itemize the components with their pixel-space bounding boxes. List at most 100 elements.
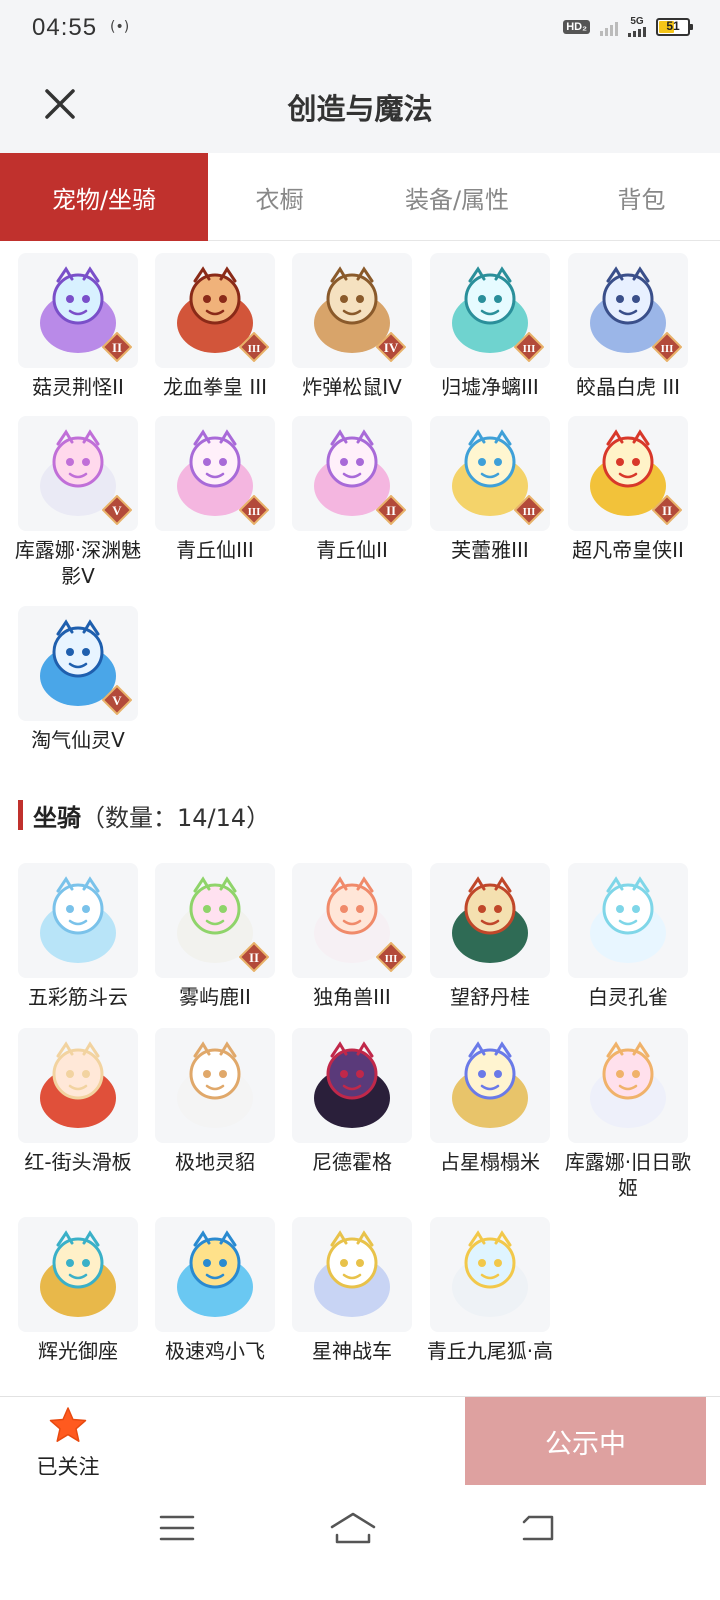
network-label: 5G — [630, 16, 644, 27]
mount-name: 尼德霍格 — [312, 1150, 392, 1174]
astrology-dome-icon — [452, 1041, 528, 1128]
pet-name: 皎晶白虎 III — [575, 375, 681, 399]
mount-card[interactable]: 占星榻榻米 — [420, 1028, 560, 1175]
pet-name: 龙血拳皇 III — [162, 375, 268, 399]
pet-card[interactable]: III 龙血拳皇 III — [145, 253, 285, 400]
mount-thumbnail — [568, 1028, 688, 1143]
mount-card[interactable]: 库露娜·旧日歌姬 — [558, 1028, 698, 1201]
mount-name: 极速鸡小飞 — [165, 1339, 265, 1363]
svg-text:IV: IV — [384, 340, 399, 355]
blue-chick-icon — [177, 1230, 253, 1317]
mount-card[interactable]: 辉光御座 — [8, 1217, 148, 1364]
mount-card[interactable]: 尼德霍格 — [282, 1028, 422, 1175]
signal-strong-icon — [628, 27, 646, 37]
mount-card[interactable]: 极速鸡小飞 — [145, 1217, 285, 1364]
mount-card[interactable]: 青丘九尾狐·高 — [420, 1217, 560, 1364]
pet-card[interactable]: II 菇灵荆怪II — [8, 253, 148, 400]
pet-name: 库露娜·深渊魅影V — [14, 538, 142, 588]
mount-card[interactable]: 红-街头滑板 — [8, 1028, 148, 1175]
mount-thumbnail — [568, 863, 688, 978]
pet-card[interactable]: III 归墟净螭III — [420, 253, 560, 400]
mount-name: 占星榻榻米 — [440, 1150, 540, 1174]
mount-card[interactable]: III 独角兽III — [282, 863, 422, 1010]
rank-badge-icon: II — [102, 332, 132, 362]
publicity-button[interactable]: 公示中 — [465, 1397, 706, 1485]
red-skateboard-icon — [40, 1041, 116, 1128]
page-title: 创造与魔法 — [287, 92, 433, 126]
rank-badge-icon: IV — [376, 332, 406, 362]
pet-name: 归墟净螭III — [441, 375, 539, 399]
mount-thumbnail — [292, 1217, 412, 1332]
network-5g-icon: 5G — [628, 17, 646, 37]
pet-thumbnail: V — [18, 606, 138, 721]
pet-name: 炸弹松鼠IV — [302, 375, 402, 399]
pet-thumbnail: IV — [292, 253, 412, 368]
back-button[interactable] — [508, 1508, 568, 1548]
pet-card[interactable]: III 皎晶白虎 III — [558, 253, 698, 400]
mount-name: 雾屿鹿II — [179, 985, 251, 1009]
golden-throne-icon — [40, 1230, 116, 1317]
mounts-section-header: 坐骑 （数量：14/14） — [18, 798, 270, 832]
svg-text:II: II — [112, 340, 122, 355]
tab-pets-mounts[interactable]: 宠物/坐骑 — [0, 153, 208, 241]
pet-thumbnail: II — [568, 416, 688, 531]
pet-thumbnail: III — [155, 253, 275, 368]
white-peacock-icon — [590, 876, 666, 963]
tab-wardrobe[interactable]: 衣橱 — [208, 153, 351, 241]
svg-text:III: III — [661, 343, 674, 355]
mount-card[interactable]: 极地灵貂 — [145, 1028, 285, 1175]
mount-thumbnail — [18, 863, 138, 978]
pet-thumbnail: II — [18, 253, 138, 368]
mount-thumbnail — [18, 1217, 138, 1332]
pet-thumbnail: III — [568, 253, 688, 368]
tab-equipment[interactable]: 装备/属性 — [351, 153, 563, 241]
mount-thumbnail — [430, 863, 550, 978]
pet-card[interactable]: V 淘气仙灵V — [8, 606, 148, 753]
pet-card[interactable]: II 超凡帝皇侠II — [558, 416, 698, 563]
home-button[interactable] — [323, 1508, 383, 1548]
mount-thumbnail — [430, 1028, 550, 1143]
pet-card[interactable]: III 芙蕾雅III — [420, 416, 560, 563]
blue-cloud-icon — [40, 876, 116, 963]
pet-thumbnail: III — [430, 416, 550, 531]
mount-card[interactable]: 星神战车 — [282, 1217, 422, 1364]
mount-card[interactable]: II 雾屿鹿II — [145, 863, 285, 1010]
status-icons: HD₂ 5G 51 — [563, 17, 693, 37]
pet-card[interactable]: III 青丘仙III — [145, 416, 285, 563]
mount-card[interactable]: 白灵孔雀 — [558, 863, 698, 1010]
pet-thumbnail: II — [292, 416, 412, 531]
pet-card[interactable]: II 青丘仙II — [282, 416, 422, 563]
white-hair-singer-icon — [590, 1041, 666, 1128]
mount-thumbnail — [430, 1217, 550, 1332]
menu-button[interactable] — [147, 1508, 207, 1548]
pet-name: 菇灵荆怪II — [32, 375, 124, 399]
mount-card[interactable]: 望舒丹桂 — [420, 863, 560, 1010]
svg-text:III: III — [523, 343, 536, 355]
system-nav-bar — [0, 1486, 720, 1600]
svg-text:III: III — [248, 506, 261, 518]
follow-label: 已关注 — [36, 1455, 100, 1479]
tab-backpack[interactable]: 背包 — [563, 153, 720, 241]
mount-thumbnail: II — [155, 863, 275, 978]
pet-thumbnail: V — [18, 416, 138, 531]
menu-icon — [159, 1515, 195, 1541]
nine-tail-fox-icon — [452, 1230, 528, 1317]
pet-card[interactable]: V 库露娜·深渊魅影V — [8, 416, 148, 589]
mount-name: 库露娜·旧日歌姬 — [564, 1150, 692, 1200]
follow-button[interactable]: 已关注 — [18, 1405, 118, 1481]
status-time: 04:55 — [32, 14, 98, 41]
pet-card[interactable]: IV 炸弹松鼠IV — [282, 253, 422, 400]
mount-card[interactable]: 五彩筋斗云 — [8, 863, 148, 1010]
home-icon — [330, 1512, 376, 1544]
signal-weak-icon — [600, 18, 618, 36]
mount-name: 独角兽III — [313, 985, 391, 1009]
rank-badge-icon: II — [239, 942, 269, 972]
osmanthus-swing-icon — [452, 876, 528, 963]
mount-name: 望舒丹桂 — [450, 985, 530, 1009]
rank-badge-icon: III — [514, 495, 544, 525]
rank-badge-icon: II — [652, 495, 682, 525]
rank-badge-icon: V — [102, 685, 132, 715]
hd-voice-icon: HD₂ — [563, 20, 590, 34]
battery-level: 51 — [666, 19, 680, 33]
status-bar: 04:55 (•) HD₂ 5G 51 — [0, 0, 720, 60]
